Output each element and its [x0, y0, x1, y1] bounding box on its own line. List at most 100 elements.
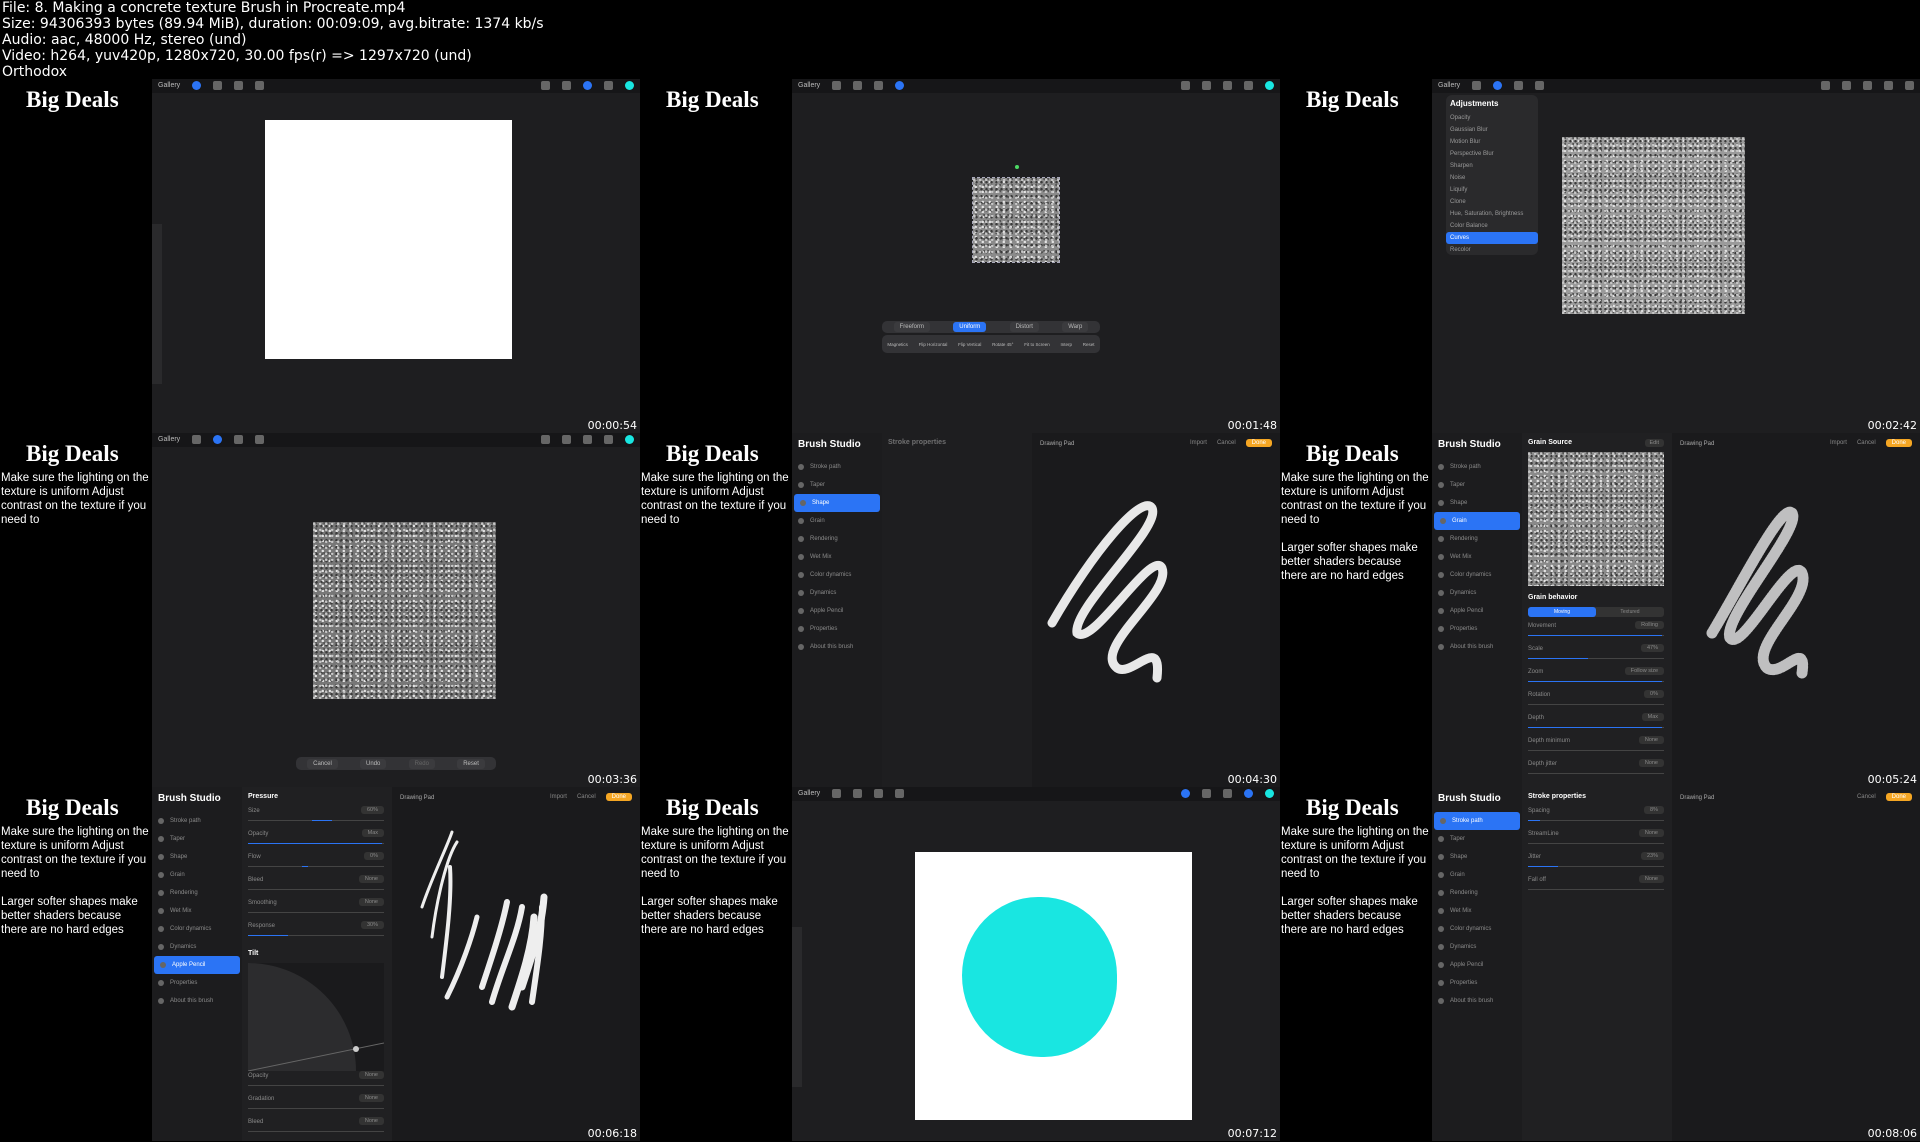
sidebar-item-taper[interactable]: Taper — [152, 830, 242, 848]
sidebar-item-rendering[interactable]: Rendering — [1432, 530, 1522, 548]
brush-icon[interactable] — [1821, 81, 1830, 90]
drawing-pad[interactable]: Drawing Pad Import Cancel Done — [1032, 433, 1280, 787]
gallery-button[interactable]: Gallery — [798, 790, 820, 797]
adjustment-item[interactable]: Sharpen — [1446, 160, 1538, 172]
wrench-icon[interactable] — [1472, 81, 1481, 90]
selection-icon[interactable] — [1514, 81, 1523, 90]
magic-wand-icon[interactable] — [853, 789, 862, 798]
sidebar-item-shape[interactable]: Shape — [1432, 848, 1522, 866]
concrete-photo-layer[interactable] — [972, 177, 1060, 263]
setting-value[interactable]: Follow size — [1624, 667, 1664, 675]
sidebar-item-dynamics[interactable]: Dynamics — [152, 938, 242, 956]
adjustment-item[interactable]: Perspective Blur — [1446, 148, 1538, 160]
color-swatch-icon[interactable] — [1905, 81, 1914, 90]
smudge-icon[interactable] — [562, 81, 571, 90]
sidebar-item-taper[interactable]: Taper — [1432, 476, 1522, 494]
edit-grain-button[interactable]: Edit — [1644, 439, 1664, 447]
selection-icon[interactable] — [234, 435, 243, 444]
setting-value[interactable]: None — [1638, 736, 1664, 744]
sidebar-item-properties[interactable]: Properties — [1432, 974, 1522, 992]
sidebar-item-stroke-path[interactable]: Stroke path — [1434, 812, 1520, 830]
adjustment-item[interactable]: Color Balance — [1446, 220, 1538, 232]
selection-icon[interactable] — [234, 81, 243, 90]
reset-button[interactable]: Reset — [457, 758, 485, 769]
transform-icon[interactable] — [1535, 81, 1544, 90]
side-slider[interactable] — [152, 224, 162, 384]
adjustment-item[interactable]: Clone — [1446, 196, 1538, 208]
selection-icon[interactable] — [874, 81, 883, 90]
sidebar-item-properties[interactable]: Properties — [792, 620, 882, 638]
sidebar-item-properties[interactable]: Properties — [1432, 620, 1522, 638]
rotate-handle-icon[interactable] — [1015, 165, 1019, 169]
done-button[interactable]: Done — [1885, 793, 1912, 801]
setting-value[interactable]: None — [358, 1094, 384, 1102]
wrench-icon[interactable] — [832, 789, 841, 798]
adjustment-item[interactable]: Opacity — [1446, 112, 1538, 124]
sidebar-item-color-dynamics[interactable]: Color dynamics — [792, 566, 882, 584]
setting-value[interactable]: Max — [1641, 713, 1664, 721]
setting-value[interactable]: None — [358, 875, 384, 883]
sidebar-item-apple-pencil[interactable]: Apple Pencil — [154, 956, 240, 974]
setting-value[interactable]: 47% — [1640, 644, 1664, 652]
rotate-button[interactable]: Rotate 45° — [992, 342, 1013, 347]
sidebar-item-wet-mix[interactable]: Wet Mix — [792, 548, 882, 566]
sidebar-item-shape[interactable]: Shape — [1432, 494, 1522, 512]
uniform-button[interactable]: Uniform — [953, 322, 987, 332]
sidebar-item-apple-pencil[interactable]: Apple Pencil — [792, 602, 882, 620]
freeform-button[interactable]: Freeform — [893, 322, 930, 332]
sidebar-item-about[interactable]: About this brush — [792, 638, 882, 656]
setting-value[interactable]: 0% — [364, 852, 384, 860]
textured-toggle[interactable]: Textured — [1596, 607, 1664, 617]
brush-icon[interactable] — [1181, 789, 1190, 798]
smudge-icon[interactable] — [562, 435, 571, 444]
selection-icon[interactable] — [874, 789, 883, 798]
magic-wand-icon[interactable] — [213, 435, 222, 444]
magic-wand-icon[interactable] — [213, 81, 222, 90]
adjustment-item[interactable]: Gaussian Blur — [1446, 124, 1538, 136]
cancel-button[interactable]: Cancel — [1857, 794, 1876, 800]
color-swatch-icon[interactable] — [625, 435, 634, 444]
sidebar-item-taper[interactable]: Taper — [1432, 830, 1522, 848]
layers-icon[interactable] — [1244, 789, 1253, 798]
adjustment-item-curves[interactable]: Curves — [1446, 232, 1538, 244]
setting-value[interactable]: 30% — [360, 921, 384, 929]
sidebar-item-grain[interactable]: Grain — [1432, 866, 1522, 884]
sidebar-item-rendering[interactable]: Rendering — [152, 884, 242, 902]
sidebar-item-apple-pencil[interactable]: Apple Pencil — [1432, 956, 1522, 974]
sidebar-item-about[interactable]: About this brush — [1432, 992, 1522, 1010]
sidebar-item-about[interactable]: About this brush — [1432, 638, 1522, 656]
layers-icon[interactable] — [1884, 81, 1893, 90]
setting-value[interactable]: None — [1638, 759, 1664, 767]
magic-wand-icon[interactable] — [853, 81, 862, 90]
layers-icon[interactable] — [604, 435, 613, 444]
wrench-icon[interactable] — [192, 81, 201, 90]
grain-source-image[interactable] — [1528, 452, 1664, 586]
sidebar-item-about[interactable]: About this brush — [152, 992, 242, 1010]
undo-button[interactable]: Undo — [360, 758, 387, 769]
sidebar-item-grain[interactable]: Grain — [1434, 512, 1520, 530]
sidebar-item-grain[interactable]: Grain — [152, 866, 242, 884]
cancel-button[interactable]: Cancel — [307, 758, 338, 769]
sidebar-item-wet-mix[interactable]: Wet Mix — [1432, 548, 1522, 566]
eraser-icon[interactable] — [1863, 81, 1872, 90]
side-slider[interactable] — [792, 927, 802, 1087]
moving-toggle[interactable]: Moving — [1528, 607, 1596, 617]
drawing-pad[interactable]: Drawing Pad Import Cancel Done — [392, 787, 640, 1141]
gallery-button[interactable]: Gallery — [1438, 82, 1460, 89]
sidebar-item-grain[interactable]: Grain — [792, 512, 882, 530]
eraser-icon[interactable] — [583, 81, 592, 90]
sidebar-item-wet-mix[interactable]: Wet Mix — [152, 902, 242, 920]
sidebar-item-stroke-path[interactable]: Stroke path — [1432, 458, 1522, 476]
setting-value[interactable]: 0% — [1644, 690, 1664, 698]
warp-button[interactable]: Warp — [1062, 322, 1089, 332]
drawing-pad[interactable]: Drawing Pad Cancel Done — [1672, 787, 1920, 1141]
sidebar-item-dynamics[interactable]: Dynamics — [792, 584, 882, 602]
wrench-icon[interactable] — [192, 435, 201, 444]
adjustment-item[interactable]: Noise — [1446, 172, 1538, 184]
brush-icon[interactable] — [541, 81, 550, 90]
sidebar-item-taper[interactable]: Taper — [792, 476, 882, 494]
redo-button[interactable]: Redo — [408, 758, 435, 769]
drawing-pad[interactable]: Drawing Pad Import Cancel Done — [1672, 433, 1920, 787]
gallery-button[interactable]: Gallery — [798, 82, 820, 89]
transform-icon[interactable] — [895, 81, 904, 90]
